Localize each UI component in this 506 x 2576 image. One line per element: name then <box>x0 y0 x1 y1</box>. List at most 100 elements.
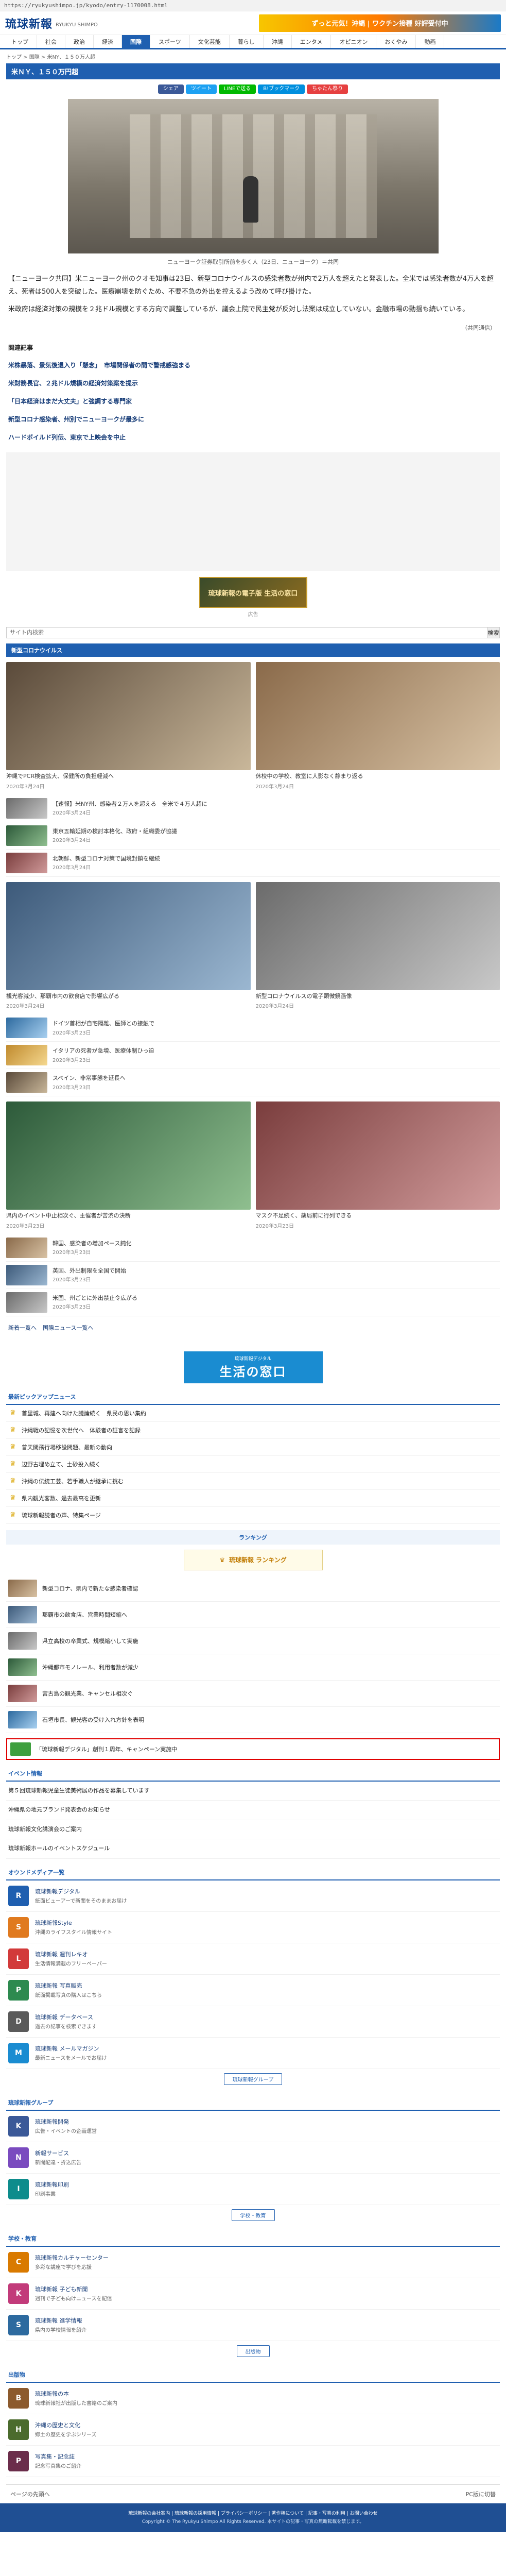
more-link-latest[interactable]: 新着一覧へ <box>8 1324 37 1332</box>
nav-item[interactable]: 国際 <box>122 35 150 48</box>
ranking-item[interactable]: 石垣市長、観光客の受け入れ方針を表明 <box>6 1707 500 1733</box>
news-list-item[interactable]: 米国、州ごとに外出禁止令広がる 2020年3月23日 <box>6 1289 500 1316</box>
service-item[interactable]: M 琉球新報 メールマガジン 最新ニュースをメールでお届け <box>6 2038 500 2069</box>
service-desc: 新聞配達・折込広告 <box>35 2160 81 2166</box>
related-link[interactable]: 新型コロナ感染者、州別でニューヨークが最多に <box>6 410 500 428</box>
related-link[interactable]: 米財務長官、２兆ドル規模の経済対策案を提示 <box>6 374 500 392</box>
line-share-button[interactable]: LINEで送る <box>218 84 256 94</box>
news-list-text: スペイン、非常事態を延長へ 2020年3月23日 <box>53 1074 126 1091</box>
news-card[interactable]: 沖縄でPCR検査拡大、保健所の負担軽減へ 2020年3月24日 <box>6 662 251 790</box>
related-link[interactable]: 「日本経済はまだ大丈夫」と強調する専門家 <box>6 392 500 410</box>
ranking-banner[interactable]: ♛ 琉球新報 ランキング <box>183 1549 323 1570</box>
service-item[interactable]: P 琉球新報 写真販売 紙面掲載写真の購入はこちら <box>6 1975 500 2006</box>
news-list-date: 2020年3月23日 <box>53 1304 91 1311</box>
promo-banner[interactable]: 琉球新報の電子版 生活の窓口 <box>199 577 307 608</box>
nav-item[interactable]: 動画 <box>416 35 445 48</box>
nav-item[interactable]: おくやみ <box>376 35 416 48</box>
service-item[interactable]: P 写真集・記念誌 記念写真集のご紹介 <box>6 2446 500 2477</box>
feature-item[interactable]: ♛ 沖縄戦の記憶を次世代へ 体験者の証言を記録 <box>6 1422 500 1439</box>
ranking-thumb <box>8 1632 37 1650</box>
nav-item[interactable]: エンタメ <box>292 35 331 48</box>
back-to-top-link[interactable]: ページの先頭へ <box>10 2490 50 2498</box>
nav-item[interactable]: 文化芸能 <box>190 35 230 48</box>
search-input[interactable] <box>7 628 487 638</box>
nav-item[interactable]: 政治 <box>65 35 94 48</box>
news-list-item[interactable]: スペイン、非常事態を延長へ 2020年3月23日 <box>6 1069 500 1097</box>
service-item[interactable]: D 琉球新報 データベース 過去の記事を検索できます <box>6 2006 500 2038</box>
news-list-item[interactable]: 韓国、感染者の増加ペース鈍化 2020年3月23日 <box>6 1234 500 1262</box>
service-item[interactable]: I 琉球新報印刷 印刷事業 <box>6 2174 500 2205</box>
nav-item[interactable]: 暮らし <box>230 35 264 48</box>
twitter-share-button[interactable]: ツイート <box>185 84 217 94</box>
news-list-item[interactable]: 東京五輪延期の検討本格化、政府・組織委が協議 2020年3月24日 <box>6 822 500 850</box>
news-card-date: 2020年3月24日 <box>255 1004 294 1010</box>
event-item[interactable]: 第５回琉球新報児童生徒美術展の作品を募集しています <box>6 1782 500 1801</box>
feature-item-text: 普天間飛行場移設問題、最新の動向 <box>22 1444 112 1451</box>
service-desc: 印刷事業 <box>35 2192 56 2198</box>
nav-item[interactable]: 社会 <box>37 35 65 48</box>
news-list-item[interactable]: ドイツ首相が自宅隔離、医師との接触で 2020年3月23日 <box>6 1014 500 1042</box>
event-item[interactable]: 沖縄県の地元ブランド発表会のお知らせ <box>6 1801 500 1820</box>
search-button[interactable]: 検索 <box>487 628 499 638</box>
news-card[interactable]: 観光客減少、那覇市内の飲食店で影響広がる 2020年3月24日 <box>6 882 251 1009</box>
event-item[interactable]: 琉球新報文化講演会のご案内 <box>6 1820 500 1840</box>
life-window-banner[interactable]: 琉球新報デジタル 生活の窓口 <box>183 1351 323 1383</box>
hatena-bookmark-button[interactable]: B!ブックマーク <box>258 84 305 94</box>
service-desc: 週刊で子ども向けニュースを配信 <box>35 2296 112 2302</box>
service-item[interactable]: L 琉球新報 週刊レキオ 生活情報満載のフリーペーパー <box>6 1943 500 1975</box>
ranking-item[interactable]: 沖縄都市モノレール、利用者数が減少 <box>6 1654 500 1681</box>
share-row-ad[interactable]: ちゃたん祭り <box>307 84 348 94</box>
service-item[interactable]: B 琉球新報の本 琉球新報社が出版した書籍のご案内 <box>6 2383 500 2414</box>
highlighted-item[interactable]: 「琉球新報デジタル」創刊１周年、キャンペーン実施中 <box>6 1738 500 1760</box>
ranking-item[interactable]: 那覇市の飲食店、営業時間短縮へ <box>6 1602 500 1628</box>
footer-links[interactable]: 琉球新報の会社案内 | 琉球新報の採用情報 | プライバシーポリシー | 著作権… <box>8 2510 498 2518</box>
nav-item[interactable]: 経済 <box>94 35 122 48</box>
related-link[interactable]: 米株暴落、景気後退入り「懸念」 市場関係者の間で警戒感強まる <box>6 356 500 374</box>
feature-item[interactable]: ♛ 琉球新報読者の声、特集ページ <box>6 1507 500 1524</box>
feature-item[interactable]: ♛ 首里城、再建へ向けた議論続く 県民の思い集約 <box>6 1405 500 1422</box>
address-bar[interactable]: https://ryukyushimpo.jp/kyodo/entry-1170… <box>0 0 506 11</box>
news-card[interactable]: 県内のイベント中止相次ぐ、主催者が苦渋の決断 2020年3月23日 <box>6 1101 251 1229</box>
feature-item[interactable]: ♛ 沖縄の伝統工芸、若手職人が継承に挑む <box>6 1473 500 1490</box>
service-item[interactable]: S 琉球新報Style 沖縄のライフスタイル情報サイト <box>6 1912 500 1943</box>
crown-icon: ♛ <box>10 1443 16 1451</box>
related-link[interactable]: ハードボイルド列伝、東京で上映会を中止 <box>6 428 500 446</box>
news-list-item[interactable]: 英国、外出制限を全国で開始 2020年3月23日 <box>6 1262 500 1289</box>
header-ad-banner[interactable]: ずっと元気！沖縄 | ワクチン接種 好評受付中 <box>259 14 501 32</box>
ranking-item[interactable]: 新型コロナ、県内で新たな感染者確認 <box>6 1575 500 1602</box>
news-list-item[interactable]: 北朝鮮、新型コロナ対策で国境封鎖を継続 2020年3月24日 <box>6 850 500 877</box>
service-desc: 記念写真集のご紹介 <box>35 2464 81 2470</box>
news-card[interactable]: 新型コロナウイルスの電子顕微鏡画像 2020年3月24日 <box>255 882 500 1010</box>
feature-item[interactable]: ♛ 普天間飛行場移設問題、最新の動向 <box>6 1439 500 1456</box>
news-list-item[interactable]: 【速報】米NY州、感染者２万人を超える 全米で４万人超に 2020年3月24日 <box>6 795 500 822</box>
service-name: 琉球新報Style <box>35 1920 72 1927</box>
service-item[interactable]: C 琉球新報カルチャーセンター 多彩な講座で学びを応援 <box>6 2247 500 2278</box>
feature-item[interactable]: ♛ 辺野古埋め立て、土砂投入続く <box>6 1456 500 1473</box>
service-item[interactable]: S 琉球新報 進学情報 県内の学校情報を紹介 <box>6 2310 500 2341</box>
service-item[interactable]: R 琉球新報デジタル 紙面ビューアーで新聞をそのままお届け <box>6 1880 500 1912</box>
service-item[interactable]: N 新報サービス 新聞配達・折込広告 <box>6 2142 500 2174</box>
image-caption: ニューヨーク証券取引所前を歩く人（23日、ニューヨーク）＝共同 <box>167 259 339 265</box>
service-name: 新報サービス <box>35 2150 69 2157</box>
pc-view-link[interactable]: PC版に切替 <box>466 2490 496 2498</box>
nav-item[interactable]: スポーツ <box>150 35 190 48</box>
event-item[interactable]: 琉球新報ホールのイベントスケジュール <box>6 1839 500 1859</box>
news-card[interactable]: 休校中の学校、教室に人影なく静まり返る 2020年3月24日 <box>255 662 500 790</box>
site-logo[interactable]: 琉球新報 <box>5 15 53 31</box>
service-desc: 琉球新報社が出版した書籍のご案内 <box>35 2401 117 2407</box>
facebook-share-button[interactable]: シェア <box>158 84 184 94</box>
ranking-item-text: 新型コロナ、県内で新たな感染者確認 <box>42 1585 138 1592</box>
feature-item[interactable]: ♛ 県内観光客数、過去最高を更新 <box>6 1490 500 1507</box>
news-card[interactable]: マスク不足続く、薬局前に行列できる 2020年3月23日 <box>255 1101 500 1229</box>
ranking-item[interactable]: 宮古島の観光業、キャンセル相次ぐ <box>6 1681 500 1707</box>
nav-item[interactable]: 沖縄 <box>264 35 292 48</box>
service-item[interactable]: H 沖縄の歴史と文化 郷土の歴史を学ぶシリーズ <box>6 2414 500 2446</box>
crown-icon: ♛ <box>10 1511 16 1519</box>
ranking-item[interactable]: 県立高校の卒業式、規模縮小して実施 <box>6 1628 500 1654</box>
more-link-world[interactable]: 国際ニュース一覧へ <box>43 1324 93 1332</box>
service-item[interactable]: K 琉球新報開発 広告・イベントの企画運営 <box>6 2111 500 2142</box>
news-list-item[interactable]: イタリアの死者が急増、医療体制ひっ迫 2020年3月23日 <box>6 1042 500 1070</box>
nav-item[interactable]: オピニオン <box>331 35 377 48</box>
nav-item[interactable]: トップ <box>3 35 37 48</box>
service-item[interactable]: K 琉球新報 子ども新聞 週刊で子ども向けニュースを配信 <box>6 2278 500 2310</box>
